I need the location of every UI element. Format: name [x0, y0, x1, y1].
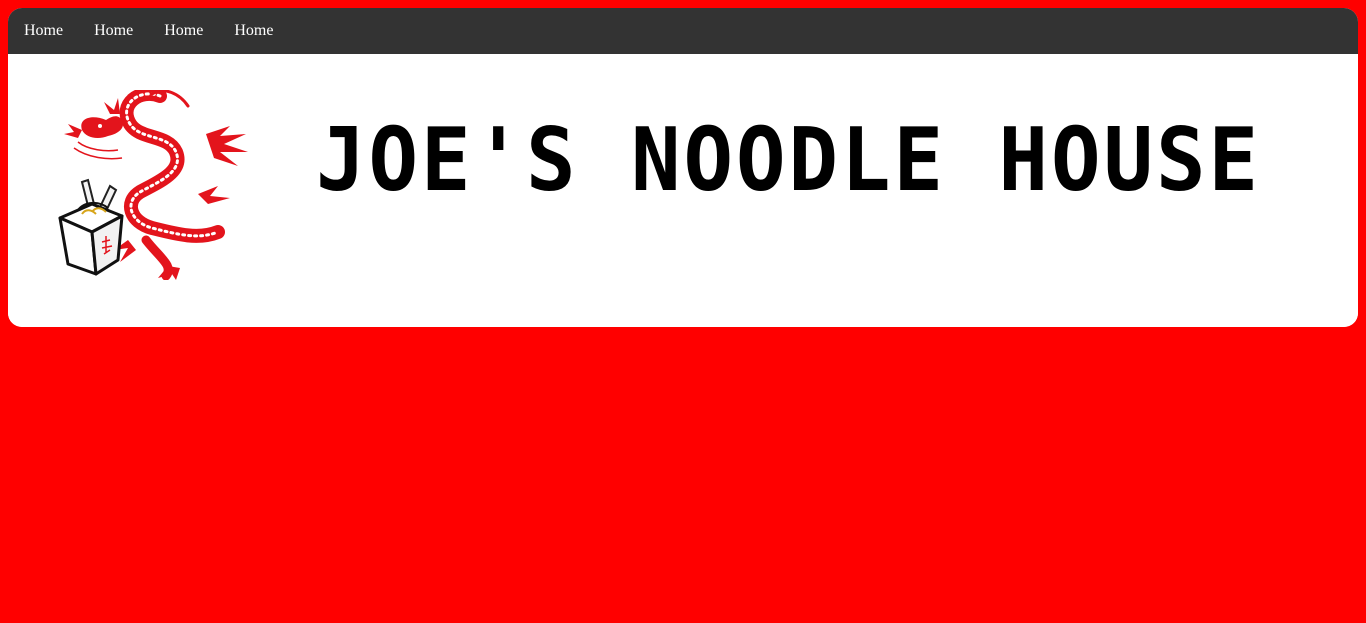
- site-header: JOE'S NOODLE HOUSE: [8, 54, 1358, 327]
- nav-link-home-3[interactable]: Home: [164, 23, 203, 39]
- top-navbar: Home Home Home Home: [8, 8, 1358, 54]
- nav-link-home-1[interactable]: Home: [24, 23, 63, 39]
- site-title: JOE'S NOODLE HOUSE: [316, 108, 1262, 211]
- page: Home Home Home Home JOE'S NOODLE HOUSE: [0, 0, 1366, 623]
- nav-link-home-4[interactable]: Home: [234, 23, 273, 39]
- dragon-takeout-box-icon: [58, 90, 248, 280]
- site-card: Home Home Home Home JOE'S NOODLE HOUSE: [8, 8, 1358, 327]
- nav-link-home-2[interactable]: Home: [94, 23, 133, 39]
